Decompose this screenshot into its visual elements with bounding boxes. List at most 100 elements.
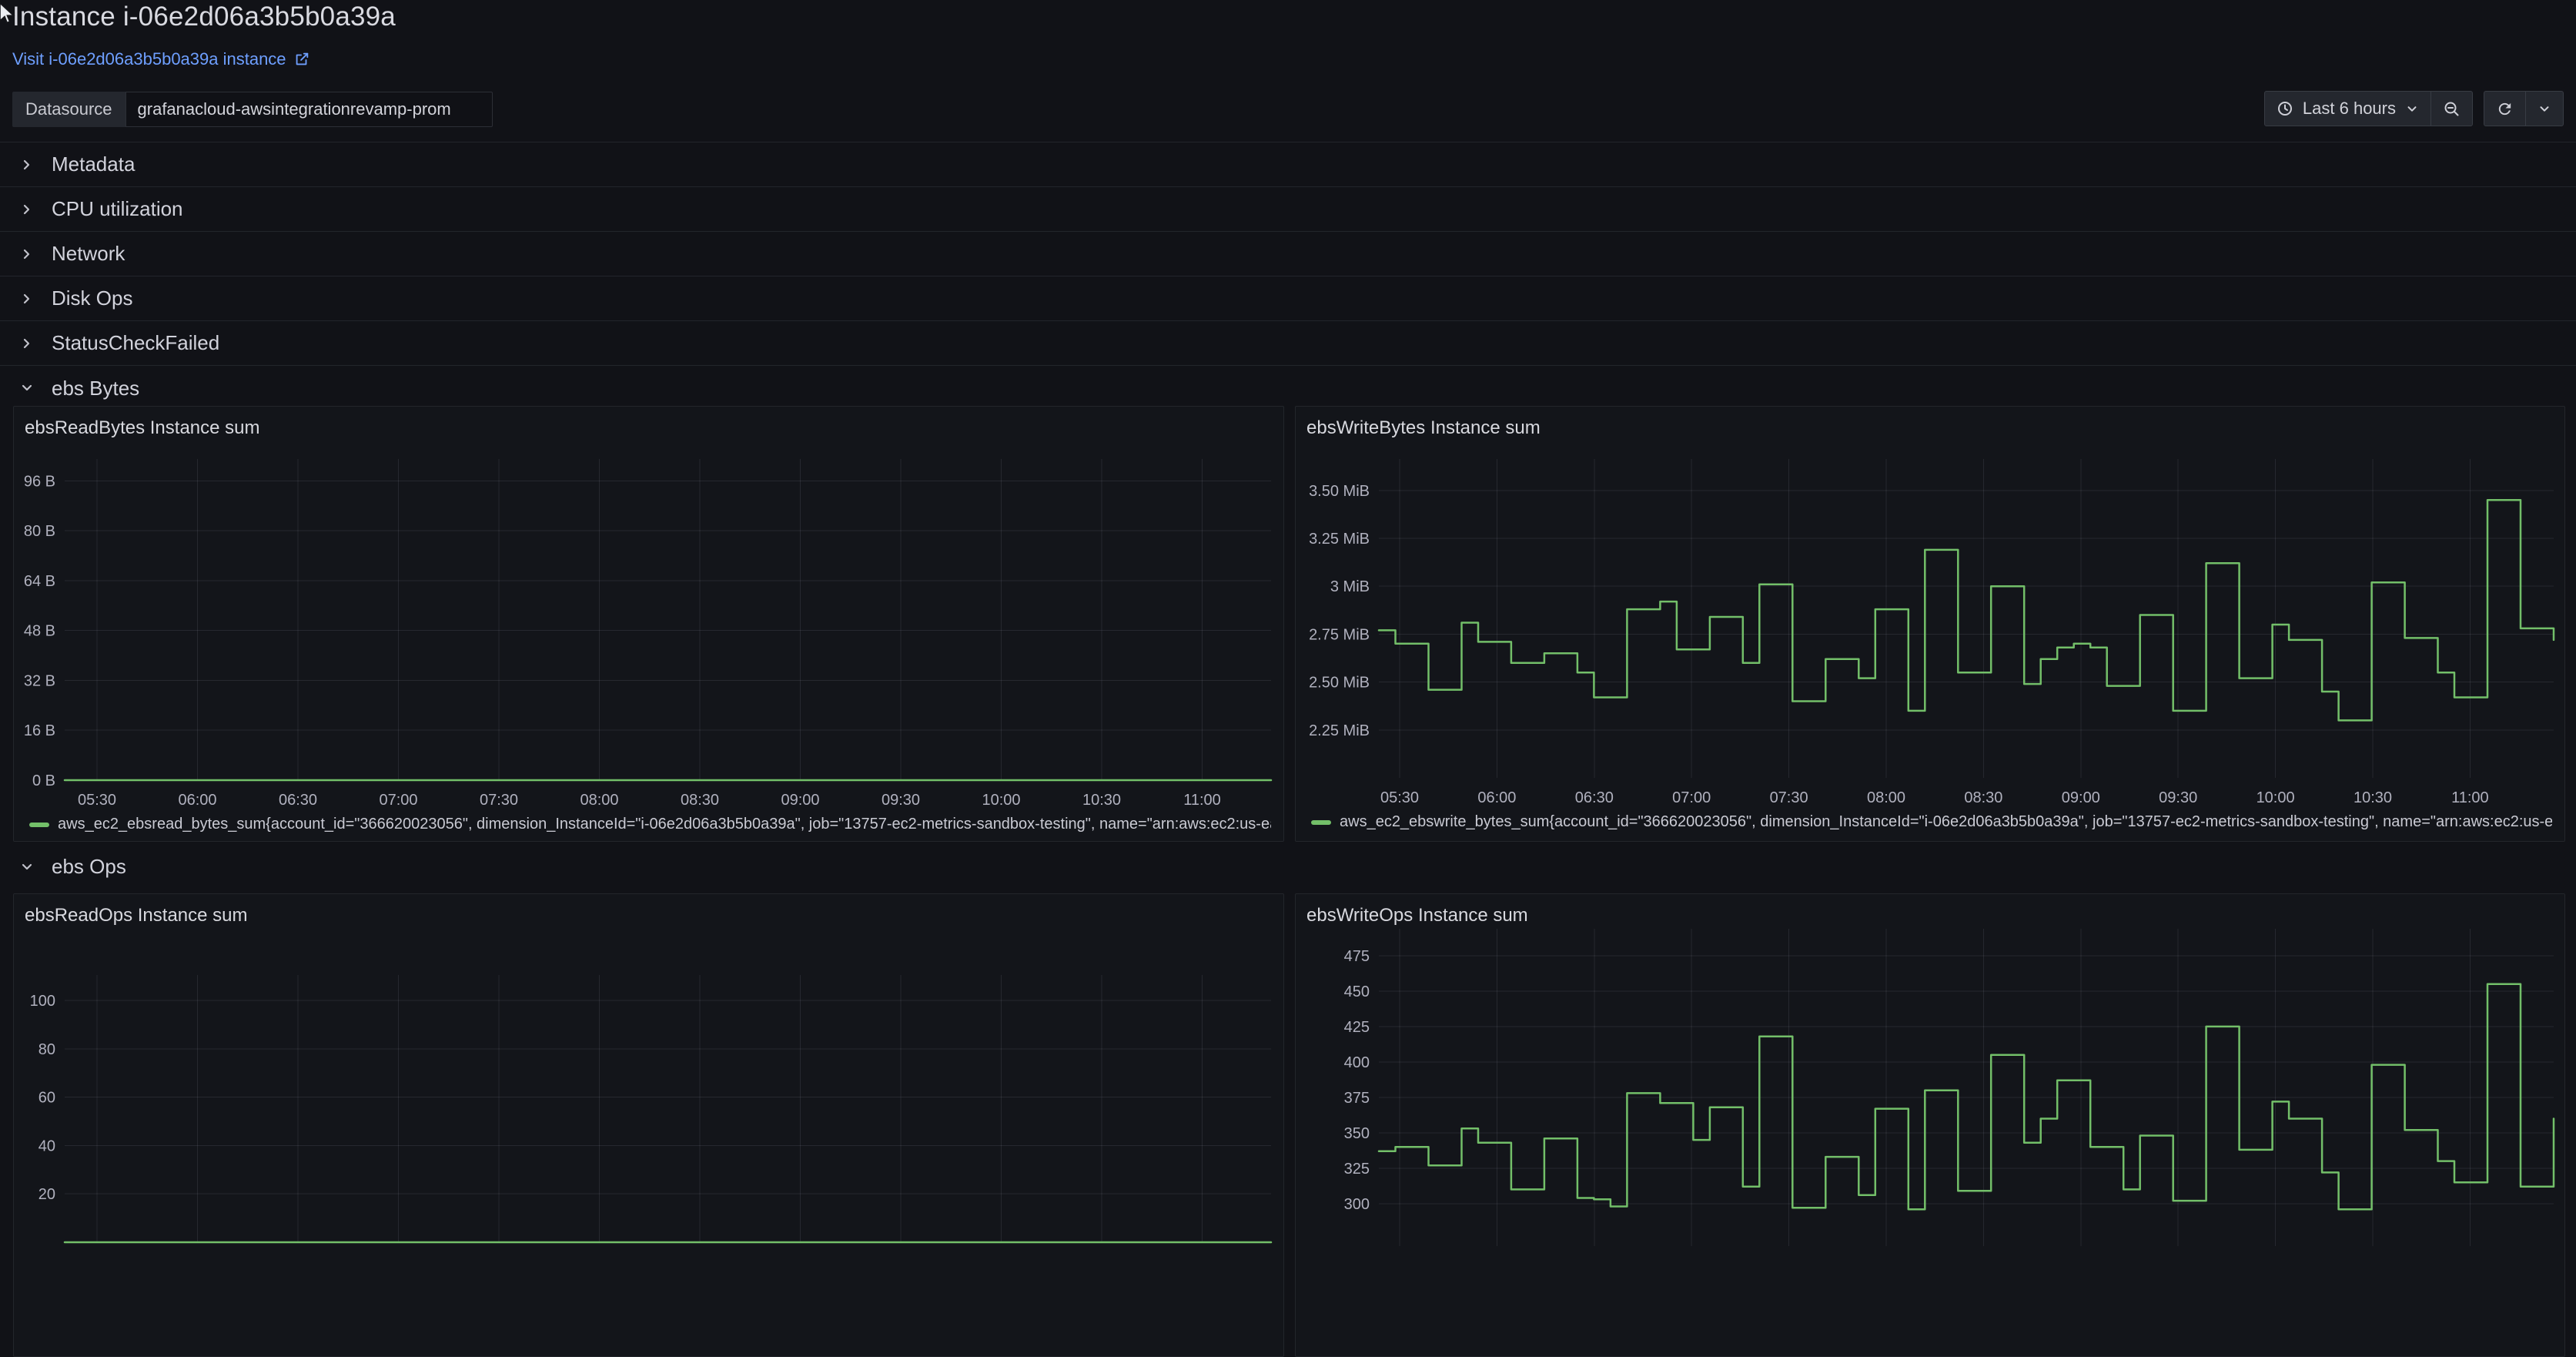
section-ebs-ops[interactable]: ebs Ops [0,840,2576,893]
x-axis-label: 09:00 [2062,789,2100,806]
instance-link[interactable]: Visit i-06e2d06a3b5b0a39a instance [12,49,310,69]
x-axis-label: 10:00 [2257,789,2295,806]
y-axis-label: 450 [1344,983,1370,1000]
section-ebs-bytes[interactable]: ebs Bytes [0,366,2576,410]
x-axis-label: 05:30 [1380,789,1419,806]
chevron-right-icon [19,291,35,307]
x-axis-label: 05:30 [78,792,116,809]
panel-ebsreadbytes: 0 B16 B32 B48 B64 B80 B96 B05:3006:0006:… [13,406,1284,842]
y-axis-label: 2.25 MiB [1309,722,1370,739]
x-axis-label: 07:00 [1672,789,1711,806]
chevron-right-icon [19,246,35,262]
ebsreadbytes-chart[interactable]: 0 B16 B32 B48 B64 B80 B96 B05:3006:0006:… [14,407,1283,841]
x-axis-label: 08:30 [1964,789,2002,806]
y-axis-label: 96 B [24,473,55,490]
y-axis-label: 2.75 MiB [1309,626,1370,643]
x-axis-label: 08:30 [681,792,719,809]
section-label: Network [52,242,125,266]
section-label: ebs Bytes [52,377,139,400]
x-axis-label: 06:30 [279,792,317,809]
series-line [1379,984,2554,1210]
x-axis-label: 06:00 [178,792,216,809]
x-axis-label: 07:30 [1770,789,1808,806]
legend-series-label[interactable]: aws_ec2_ebswrite_bytes_sum{account_id="3… [1340,813,2552,831]
section-list: Metadata CPU utilization Network Disk Op… [0,142,2576,410]
refresh-controls [2484,91,2564,126]
y-axis-label: 3.25 MiB [1309,531,1370,548]
section-cpu-utilization[interactable]: CPU utilization [0,187,2576,232]
refresh-interval-button[interactable] [2525,92,2563,126]
y-axis-label: 80 B [24,523,55,540]
section-label: CPU utilization [52,197,183,221]
y-axis-label: 400 [1344,1054,1370,1071]
section-statuscheckfailed[interactable]: StatusCheckFailed [0,321,2576,366]
legend-series-dash [1311,820,1331,825]
datasource-label: Datasource [12,92,125,127]
y-axis-label: 20 [38,1186,55,1203]
section-label: ebs Ops [52,855,126,879]
series-line [1379,500,2554,720]
y-axis-label: 3 MiB [1330,578,1370,595]
y-axis-label: 350 [1344,1125,1370,1142]
x-axis-label: 08:00 [1867,789,1905,806]
external-link-icon [293,51,310,68]
legend-series-label[interactable]: aws_ec2_ebsread_bytes_sum{account_id="36… [58,816,1271,833]
chevron-down-icon [19,380,35,396]
x-axis-label: 09:30 [2159,789,2197,806]
section-label: Metadata [52,152,135,176]
panel-ebswriteops: 300325350375400425450475 ebsWriteOps Ins… [1295,893,2565,1357]
panel-ebsreadops: 20406080100 ebsReadOps Instance sum [13,893,1284,1357]
x-axis-label: 10:00 [982,792,1020,809]
chevron-down-icon [2538,102,2551,116]
ebswriteops-chart[interactable]: 300325350375400425450475 [1296,894,2564,1356]
legend: aws_ec2_ebsread_bytes_sum{account_id="36… [29,816,1271,833]
section-network[interactable]: Network [0,232,2576,276]
mouse-cursor-icon [0,2,22,28]
x-axis-label: 08:00 [580,792,618,809]
refresh-icon [2496,100,2514,118]
ebsreadops-chart[interactable]: 20406080100 [14,894,1283,1356]
chevron-down-icon [2405,102,2419,116]
y-axis-label: 325 [1344,1161,1370,1178]
x-axis-label: 09:30 [882,792,920,809]
section-disk-ops[interactable]: Disk Ops [0,276,2576,321]
refresh-button[interactable] [2484,92,2525,126]
zoom-out-icon [2443,100,2461,118]
chevron-right-icon [19,336,35,351]
section-label: StatusCheckFailed [52,331,219,355]
y-axis-label: 64 B [24,573,55,590]
toolbar: Last 6 hours [2264,91,2564,126]
chevron-right-icon [19,202,35,217]
instance-link-label: Visit i-06e2d06a3b5b0a39a instance [12,49,286,69]
time-range-label: Last 6 hours [2303,99,2396,119]
chevron-down-icon [465,102,480,117]
legend-series-dash [29,823,49,827]
x-axis-label: 07:30 [480,792,518,809]
y-axis-label: 100 [30,993,55,1010]
y-axis-label: 48 B [24,623,55,640]
panel-title[interactable]: ebsReadOps Instance sum [25,905,248,926]
section-metadata[interactable]: Metadata [0,142,2576,187]
panel-title[interactable]: ebsReadBytes Instance sum [25,417,260,439]
y-axis-label: 375 [1344,1090,1370,1107]
x-axis-label: 11:00 [1183,792,1221,809]
y-axis-label: 3.50 MiB [1309,483,1370,500]
y-axis-label: 32 B [24,672,55,689]
x-axis-label: 07:00 [379,792,417,809]
x-axis-label: 06:30 [1575,789,1614,806]
x-axis-label: 06:00 [1477,789,1516,806]
panel-title[interactable]: ebsWriteBytes Instance sum [1306,417,1541,439]
x-axis-label: 09:00 [781,792,819,809]
y-axis-label: 80 [38,1041,55,1058]
panel-title[interactable]: ebsWriteOps Instance sum [1306,905,1528,926]
time-range-button[interactable]: Last 6 hours [2265,92,2430,126]
y-axis-label: 475 [1344,948,1370,965]
datasource-value: grafanacloud-awsintegrationrevamp-prom [138,99,451,119]
zoom-out-button[interactable] [2430,92,2472,126]
x-axis-label: 10:30 [1082,792,1121,809]
y-axis-label: 2.50 MiB [1309,675,1370,692]
section-label: Disk Ops [52,286,132,310]
ebswritebytes-chart[interactable]: 2.25 MiB 2.50 MiB 2.75 MiB 3 MiB 3.25 MiB 3.5… [1296,407,2564,841]
y-axis-label: 16 B [24,722,55,739]
datasource-select[interactable]: grafanacloud-awsintegrationrevamp-prom [125,92,493,127]
